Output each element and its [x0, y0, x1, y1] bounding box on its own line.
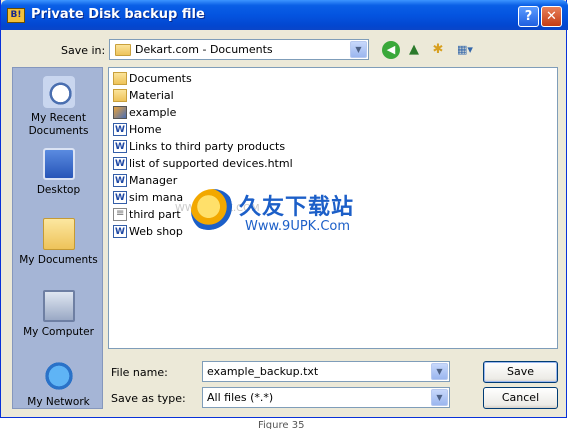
place-label: My Computer: [23, 326, 94, 338]
place-label: My Documents: [19, 254, 98, 266]
place-label: Desktop: [36, 184, 81, 196]
recent-documents-icon: [42, 76, 75, 108]
folder-icon: [115, 44, 131, 56]
file-name: Documents: [129, 72, 192, 85]
back-icon[interactable]: ◀: [382, 41, 400, 59]
folder-icon: [113, 72, 127, 85]
watermark-logo-icon: [191, 189, 235, 233]
cancel-button[interactable]: Cancel: [483, 387, 558, 409]
word-document-icon: [113, 190, 127, 206]
save-in-value: Dekart.com - Documents: [135, 43, 273, 56]
watermark-chinese-text: 久友下载站: [239, 195, 355, 220]
word-document-icon: [113, 122, 127, 138]
places-bar: My Recent Documents Desktop My Documents…: [12, 67, 103, 409]
file-name: Material: [129, 89, 174, 102]
title-bar[interactable]: B! Private Disk backup file ? ✕: [1, 0, 568, 30]
place-my-computer[interactable]: My Computer: [13, 290, 104, 339]
chevron-down-icon[interactable]: ▼: [431, 389, 448, 406]
place-desktop[interactable]: Desktop: [13, 148, 104, 197]
word-document-icon: [113, 156, 127, 172]
my-network-icon: [42, 360, 75, 392]
help-button[interactable]: ?: [518, 6, 539, 27]
my-documents-icon: [42, 218, 75, 250]
save-as-type-select[interactable]: All files (*.*) ▼: [202, 387, 450, 408]
file-name: Home: [129, 123, 162, 136]
file-name: Links to third party products: [129, 140, 286, 153]
chevron-down-icon[interactable]: ▼: [350, 41, 367, 58]
desktop-icon: [42, 148, 75, 180]
place-label: My Network: [27, 396, 90, 408]
place-my-network[interactable]: My Network: [13, 360, 104, 409]
file-name: list of supported devices.html: [129, 157, 293, 170]
save-as-type-label: Save as type:: [111, 392, 186, 405]
text-file-icon: [113, 206, 127, 222]
place-my-recent-documents[interactable]: My Recent Documents: [13, 76, 104, 138]
file-name: example: [129, 106, 177, 119]
save-in-label: Save in:: [61, 44, 106, 57]
word-document-icon: [113, 224, 127, 240]
private-disk-icon: B!: [7, 8, 25, 23]
watermark-url: Www.9UPK.Com: [245, 219, 351, 234]
file-name: Manager: [129, 174, 178, 187]
watermark: WWW.9UPK.COM 久友下载站 Www.9UPK.Com: [173, 187, 383, 247]
window-title: Private Disk backup file: [31, 7, 205, 22]
save-button[interactable]: Save: [483, 361, 558, 383]
folder-icon: [113, 89, 127, 102]
file-name-label: File name:: [111, 366, 168, 379]
place-my-documents[interactable]: My Documents: [13, 218, 104, 267]
save-dialog: B! Private Disk backup file ? ✕ Save in:…: [0, 0, 568, 418]
close-button[interactable]: ✕: [541, 6, 562, 27]
file-name-input[interactable]: example_backup.txt ▼: [202, 361, 450, 382]
my-computer-icon: [42, 290, 75, 322]
up-folder-icon[interactable]: ▲: [405, 41, 423, 59]
new-folder-icon[interactable]: ✱: [429, 41, 447, 59]
word-document-icon: [113, 173, 127, 189]
image-file-icon: [113, 106, 127, 119]
file-name-value: example_backup.txt: [207, 365, 319, 378]
place-label: My Recent Documents: [28, 112, 89, 137]
views-menu-icon[interactable]: ▦▾: [453, 41, 477, 59]
save-as-type-value: All files (*.*): [207, 391, 274, 404]
figure-caption: Figure 35: [258, 420, 305, 429]
word-document-icon: [113, 139, 127, 155]
chevron-down-icon[interactable]: ▼: [431, 363, 448, 380]
save-in-dropdown[interactable]: Dekart.com - Documents ▼: [109, 39, 369, 60]
